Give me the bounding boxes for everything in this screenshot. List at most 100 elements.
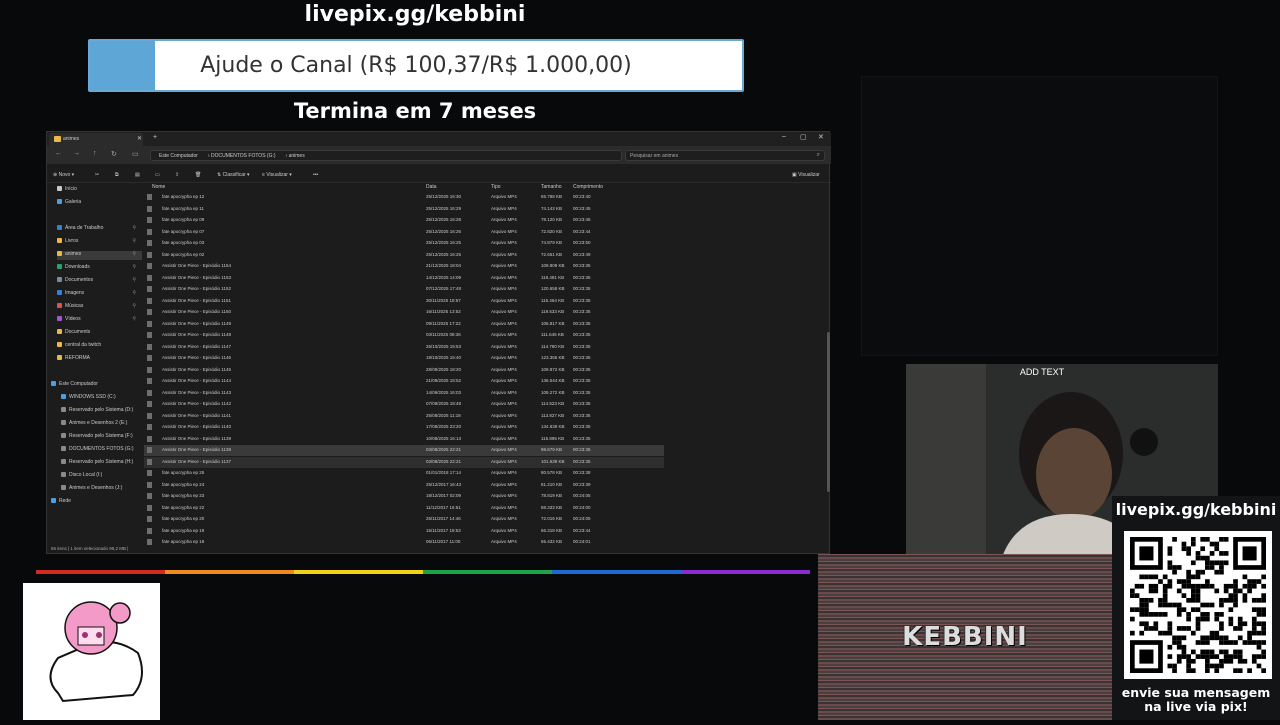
maximize-icon[interactable]: ▢ — [800, 133, 807, 141]
sidebar-item-este-computador[interactable]: Este Computador — [51, 381, 142, 390]
sidebar-item--rea-de-trabalho[interactable]: Área de Trabalho ⚲ — [57, 225, 142, 234]
table-row[interactable]: fate apocrypha ep 25 01/01/2018 17:14 Arqu… — [144, 468, 664, 479]
share-icon[interactable]: ⇪ — [175, 172, 179, 178]
table-row[interactable]: fate apocrypha ep 18 06/11/2017 11:00 Arqu… — [144, 537, 664, 548]
qr-module — [1214, 546, 1220, 552]
sidebar-item-reservado-pelo-sistema-f-[interactable]: Reservado pelo Sistema (F:) — [61, 433, 142, 442]
tab-animes[interactable]: animes ✕ — [49, 133, 143, 146]
cut-icon[interactable]: ✂ — [95, 172, 99, 178]
table-row[interactable]: Assistir One Piece - Episódio 1144 21/09/… — [144, 376, 664, 387]
new-tab-icon[interactable]: + — [153, 134, 157, 141]
cell-name: Assistir One Piece - Episódio 1150 — [162, 309, 231, 314]
table-row[interactable]: fate apocrypha ep 22 11/12/2017 16:51 Arqu… — [144, 503, 664, 514]
new-button[interactable]: ⊕ Novo ▾ — [53, 172, 74, 178]
table-row[interactable]: Assistir One Piece - Episódio 1137 03/08/… — [144, 456, 664, 468]
table-row[interactable]: fate apocrypha ep 20 26/11/2017 14:46 Arqu… — [144, 514, 664, 525]
table-row[interactable]: Assistir One Piece - Episódio 1153 14/12/… — [144, 273, 664, 284]
back-icon[interactable]: ← — [55, 150, 62, 157]
qr-module — [1162, 583, 1168, 589]
sidebar-item-in-cio[interactable]: Início — [57, 186, 142, 195]
table-row[interactable]: Assistir One Piece - Episódio 1151 30/11/… — [144, 296, 664, 307]
scrollbar[interactable] — [827, 332, 830, 492]
sidebar-item-reservado-pelo-sistema-h-[interactable]: Reservado pelo Sistema (H:) — [61, 459, 142, 468]
table-row[interactable]: Assistir One Piece - Episódio 1142 07/09/… — [144, 399, 664, 410]
sidebar-item-downloads[interactable]: Downloads ⚲ — [57, 264, 142, 273]
rename-icon[interactable]: ▭ — [155, 172, 160, 178]
col-size[interactable]: Tamanho — [541, 184, 562, 190]
up-icon[interactable]: ↑ — [93, 150, 97, 157]
col-date[interactable]: Data — [426, 184, 437, 190]
table-row[interactable]: Assistir One Piece - Episódio 1141 25/08/… — [144, 411, 664, 422]
sidebar-item-documentos-fotos-g-[interactable]: DOCUMENTOS FOTOS (G:) — [61, 446, 142, 455]
col-name[interactable]: Nome — [152, 184, 165, 190]
drive-icon — [61, 485, 66, 490]
breadcrumb-drive[interactable]: DOCUMENTOS FOTOS (G:) — [211, 153, 276, 159]
table-row[interactable]: Assistir One Piece - Episódio 1149 09/11/… — [144, 319, 664, 330]
table-row[interactable]: fate apocrypha ep 11 25/12/2025 16:29 Arqu… — [144, 204, 664, 215]
table-row[interactable]: Assistir One Piece - Episódio 1146 19/10/… — [144, 353, 664, 364]
sidebar-item-windows-ssd-c-[interactable]: WINDOWS SSD (C:) — [61, 394, 142, 403]
table-row[interactable]: Assistir One Piece - Episódio 1143 14/09/… — [144, 388, 664, 399]
details-pane-button[interactable]: ▣ Visualizar — [792, 172, 820, 178]
sidebar-item-galeria[interactable]: Galeria — [57, 199, 142, 208]
table-row[interactable]: fate apocrypha ep 03 25/12/2025 16:25 Arqu… — [144, 238, 664, 249]
table-row[interactable]: Assistir One Piece - Episódio 1145 28/09/… — [144, 365, 664, 376]
table-row[interactable]: Assistir One Piece - Episódio 1148 03/11/… — [144, 330, 664, 341]
copy-icon[interactable]: ⧉ — [115, 172, 119, 178]
table-row[interactable]: fate apocrypha ep 02 25/12/2025 16:25 Arqu… — [144, 250, 664, 261]
table-row[interactable]: fate apocrypha ep 23 18/12/2017 02:09 Arqu… — [144, 491, 664, 502]
delete-icon[interactable]: 🗑 — [195, 172, 201, 178]
qr-module — [1167, 579, 1173, 584]
qr-module — [1195, 621, 1201, 627]
sidebar-item-v-deos[interactable]: Vídeos ⚲ — [57, 316, 142, 325]
sidebar-item-imagens[interactable]: Imagens ⚲ — [57, 290, 142, 299]
table-row[interactable]: Assistir One Piece - Episódio 1138 03/08/… — [144, 445, 664, 456]
sidebar-item-reforma[interactable]: REFORMA — [57, 355, 142, 364]
sidebar-item-animes-e-desenhos-2-e-[interactable]: Animes e Desenhos 2 (E:) — [61, 420, 142, 429]
table-row[interactable]: fate apocrypha ep 07 25/12/2025 16:26 Arqu… — [144, 227, 664, 238]
minimize-icon[interactable]: – — [782, 133, 786, 140]
table-row[interactable]: fate apocrypha ep 12 25/12/2025 16:30 Arqu… — [144, 192, 664, 203]
address-input[interactable]: Este Computador › DOCUMENTOS FOTOS (G:) › … — [150, 150, 622, 161]
close-window-icon[interactable]: ✕ — [818, 133, 824, 141]
sidebar-item-livros[interactable]: Livros ⚲ — [57, 238, 142, 247]
monitor-icon[interactable]: ▭ — [132, 150, 139, 158]
more-options-button[interactable]: ••• — [313, 172, 318, 178]
table-row[interactable]: fate apocrypha ep 24 25/12/2017 16:43 Arqu… — [144, 480, 664, 491]
sidebar-item-central-da-twitch[interactable]: central da twitch — [57, 342, 142, 351]
sort-button[interactable]: ⇅ Classificar ▾ — [217, 172, 250, 178]
sidebar-item-animes-e-desenhos-j-[interactable]: Animes e Desenhos (J:) — [61, 485, 142, 494]
table-row[interactable]: Assistir One Piece - Episódio 1139 10/08/… — [144, 434, 664, 445]
table-row[interactable]: Assistir One Piece - Episódio 1140 17/08/… — [144, 422, 664, 433]
breadcrumb-this-pc[interactable]: Este Computador — [159, 153, 198, 159]
sidebar-item-rede[interactable]: Rede — [51, 498, 142, 507]
qr-module — [1261, 593, 1266, 598]
sidebar-item-label: Livros — [65, 238, 79, 244]
qr-module — [1223, 583, 1229, 589]
search-input[interactable]: Pesquisar em animes ⌕ — [625, 150, 825, 161]
refresh-icon[interactable]: ↻ — [111, 150, 117, 158]
qr-module — [1237, 616, 1243, 622]
sidebar-item-disco-local-i-[interactable]: Disco Local (I:) — [61, 472, 142, 481]
col-type[interactable]: Tipo — [491, 184, 501, 190]
sidebar-item-m-sicas[interactable]: Músicas ⚲ — [57, 303, 142, 312]
breadcrumb-folder[interactable]: animes — [289, 153, 305, 159]
table-row[interactable]: Assistir One Piece - Episódio 1152 07/12/… — [144, 284, 664, 295]
sidebar-item-documents[interactable]: Documents — [57, 329, 142, 338]
table-row[interactable]: Assistir One Piece - Episódio 1147 26/10/… — [144, 342, 664, 353]
table-row[interactable]: fate apocrypha ep 09 25/12/2025 16:28 Arqu… — [144, 215, 664, 226]
qr-module — [1237, 626, 1243, 631]
sidebar-item-reservado-pelo-sistema-d-[interactable]: Reservado pelo Sistema (D:) — [61, 407, 142, 416]
table-row[interactable]: fate apocrypha ep 19 15/11/2017 18:53 Arqu… — [144, 526, 664, 537]
qr-module — [1195, 626, 1201, 631]
sidebar-item-animes[interactable]: animes ⚲ — [57, 251, 142, 260]
table-row[interactable]: Assistir One Piece - Episódio 1154 21/12/… — [144, 261, 664, 272]
view-button[interactable]: ≡ Visualizar ▾ — [262, 172, 292, 178]
table-row[interactable]: Assistir One Piece - Episódio 1150 16/11/… — [144, 307, 664, 318]
paste-icon[interactable]: ▤ — [135, 172, 140, 178]
sidebar-item-documentos[interactable]: Documentos ⚲ — [57, 277, 142, 286]
qr-module — [1233, 654, 1238, 659]
col-length[interactable]: Comprimento — [573, 184, 603, 190]
close-tab-icon[interactable]: ✕ — [137, 135, 142, 142]
forward-icon[interactable]: → — [73, 150, 80, 157]
